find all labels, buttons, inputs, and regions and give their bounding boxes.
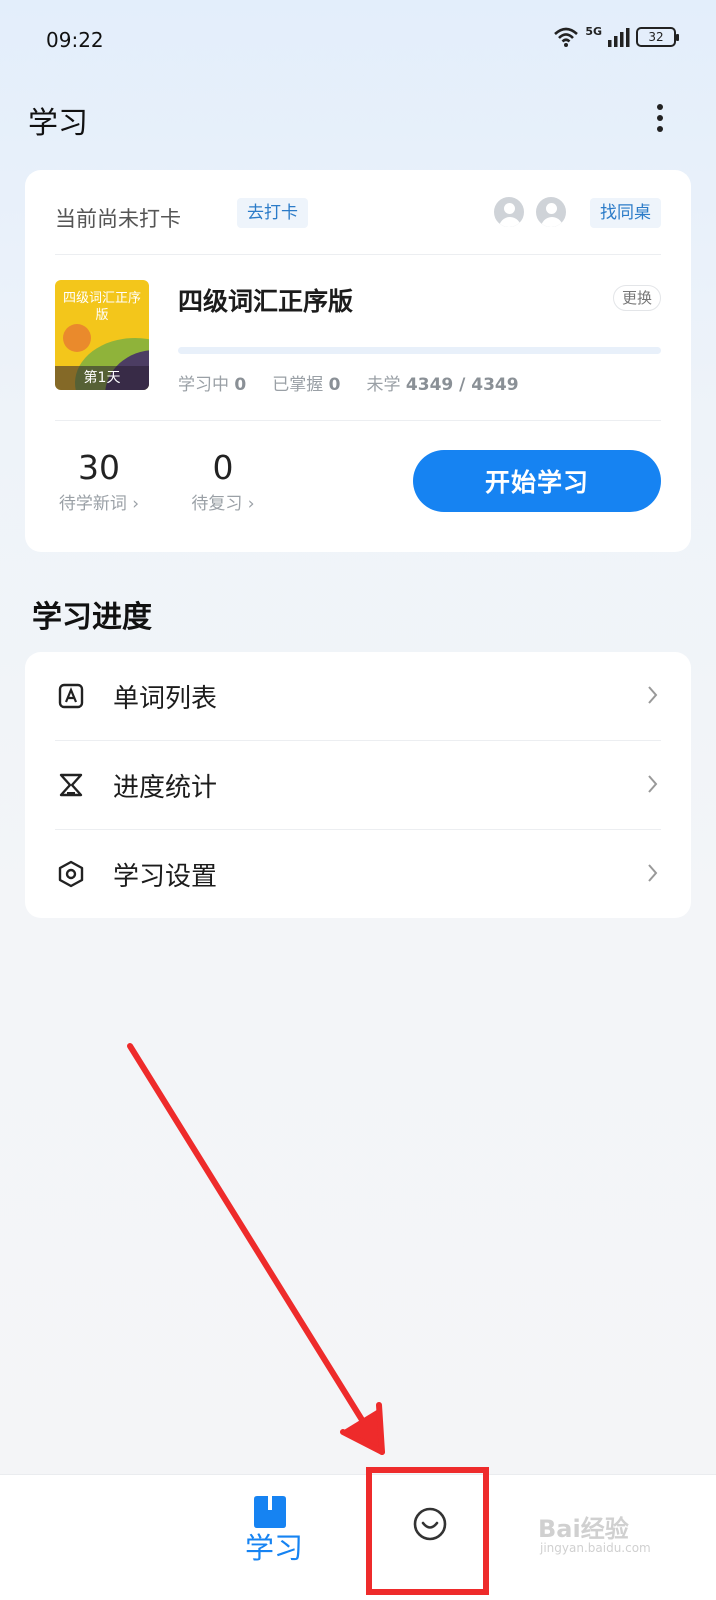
signal-icon (608, 28, 630, 47)
checkin-status: 当前尚未打卡 (55, 207, 181, 231)
menu-item-label: 进度统计 (113, 773, 218, 803)
hourglass-icon (59, 773, 83, 797)
book-day-label: 第1天 (55, 366, 149, 390)
battery-level: 32 (648, 30, 664, 44)
network-type: 5G (585, 24, 602, 38)
start-learning-button[interactable]: 开始学习 (413, 450, 661, 512)
word-list-icon (58, 683, 84, 709)
new-words-label: 待学新词 › (58, 494, 140, 514)
new-words-counter[interactable]: 30 待学新词 › (53, 448, 145, 514)
menu-item-label: 单词列表 (113, 684, 218, 714)
app-header: 学习 (0, 90, 716, 150)
chevron-right-icon (648, 686, 658, 704)
new-words-count: 30 (78, 448, 120, 487)
review-label: 待复习 › (191, 494, 255, 514)
avatar[interactable] (492, 195, 526, 229)
page-title: 学习 (28, 106, 88, 141)
more-vertical-icon (657, 104, 663, 110)
section-title: 学习进度 (32, 600, 152, 635)
status-time: 09:22 (46, 28, 104, 52)
settings-hexagon-icon (58, 860, 84, 888)
tab-study[interactable]: 学习 (226, 1475, 322, 1600)
status-icons: 5G 32 (553, 24, 679, 48)
tab-label: 学习 (244, 1531, 303, 1565)
chevron-right-icon (648, 864, 658, 882)
divider (55, 254, 661, 255)
bottom-tab-bar: 学习 Bai经验 jingyan.baidu.com (0, 1474, 716, 1600)
review-counter[interactable]: 0 待复习 › (187, 448, 259, 514)
stat-mastered: 已掌握 0 (272, 375, 341, 395)
menu-item-word-list[interactable]: 单词列表 (25, 652, 691, 740)
book-cover-title: 四级词汇正序版 (62, 291, 141, 323)
watermark-logo: Bai经验 (538, 1515, 629, 1543)
stat-learning: 学习中 0 (178, 375, 247, 395)
find-deskmate-button[interactable]: 找同桌 (590, 198, 661, 228)
chevron-right-icon (648, 775, 658, 793)
status-bar: 09:22 5G 32 (0, 0, 716, 80)
stat-unlearned: 未学 4349 / 4349 (366, 375, 519, 395)
menu-item-progress-stats[interactable]: 进度统计 (25, 741, 691, 829)
battery-icon: 32 (636, 27, 679, 47)
watermark-url: jingyan.baidu.com (540, 1541, 651, 1555)
book-stats: 学习中 0 已掌握 0 未学 4349 / 4349 (178, 370, 519, 395)
change-book-button[interactable]: 更换 (612, 285, 661, 311)
study-card: 当前尚未打卡 去打卡 找同桌 四级词汇正序版 第1天 四级词汇正序版 更换 学习… (25, 170, 691, 552)
book-cover[interactable]: 四级词汇正序版 第1天 (55, 280, 149, 390)
annotation-highlight-box (366, 1467, 489, 1595)
more-options-button[interactable] (648, 98, 672, 138)
progress-menu: 单词列表 进度统计 学习设置 (25, 652, 691, 918)
review-count: 0 (212, 448, 234, 487)
book-progress-bar (178, 347, 661, 354)
checkin-button[interactable]: 去打卡 (237, 198, 308, 228)
book-icon (254, 1496, 286, 1528)
book-title: 四级词汇正序版 (178, 287, 354, 316)
avatar[interactable] (534, 195, 568, 229)
checkin-row: 当前尚未打卡 去打卡 找同桌 (55, 195, 661, 235)
wifi-icon (554, 27, 579, 47)
menu-item-label: 学习设置 (113, 862, 218, 892)
menu-item-study-settings[interactable]: 学习设置 (25, 830, 691, 918)
divider (55, 420, 661, 421)
